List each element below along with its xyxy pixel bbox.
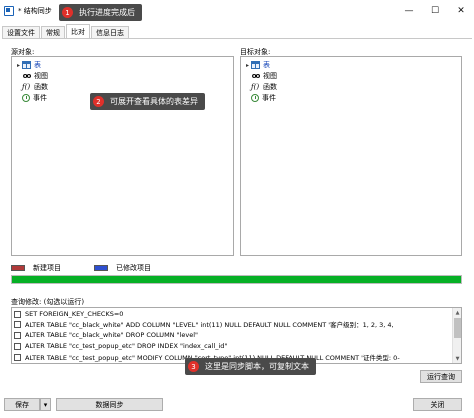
tree-item-label: 事件 <box>262 94 276 102</box>
expand-arrow-icon[interactable]: ▸ <box>244 62 251 69</box>
close-window-button[interactable]: ✕ <box>448 0 474 22</box>
tab-compare[interactable]: 比对 <box>66 24 90 39</box>
target-tree[interactable]: ▸ 表 oo 视图 ƒ() 函数 事件 <box>240 56 462 256</box>
sql-row-checkbox[interactable] <box>14 353 21 361</box>
sql-row-checkbox[interactable] <box>14 310 21 318</box>
sql-row[interactable]: ALTER TABLE "cc_black_white" ADD COLUMN … <box>14 319 394 329</box>
callout-2: 2 可展开查看具体的表差异 <box>90 93 205 110</box>
callout-badge: 3 <box>188 361 199 372</box>
tree-item-label: 表 <box>34 61 41 69</box>
sql-script-list[interactable]: SET FOREIGN_KEY_CHECKS=0 ALTER TABLE "cc… <box>11 307 462 364</box>
tree-item-label: 函数 <box>263 83 277 91</box>
legend-modified: 已修改项目 <box>94 263 151 273</box>
callout-text: 这里是同步脚本，可复制文本 <box>205 362 309 371</box>
modified-item-swatch <box>94 265 108 271</box>
target-tree-item-tables[interactable]: ▸ 表 <box>244 60 270 70</box>
window-title: * 结构同步 <box>18 7 52 15</box>
sql-row[interactable]: ALTER TABLE "cc_test_popup_etc" DROP IND… <box>14 341 227 351</box>
scroll-thumb[interactable] <box>454 318 461 338</box>
function-icon: ƒ() <box>22 83 31 91</box>
save-button[interactable]: 保存 <box>4 398 40 411</box>
source-tree[interactable]: ▸ 表 oo 视图 ƒ() 函数 事件 <box>11 56 234 256</box>
sql-row-text[interactable]: ALTER TABLE "cc_black_white" DROP COLUMN… <box>25 331 198 339</box>
run-query-button[interactable]: 运行查询 <box>420 370 462 383</box>
sql-row-text[interactable]: ALTER TABLE "cc_test_popup_etc" DROP IND… <box>25 342 227 350</box>
legend-modified-label: 已修改项目 <box>116 264 151 272</box>
tab-bar: 设置文件 常规 比对 信息日志 <box>2 24 130 39</box>
sql-row-checkbox[interactable] <box>14 320 21 328</box>
tree-item-label: 事件 <box>33 94 47 102</box>
table-icon <box>251 61 260 69</box>
source-tree-item-tables[interactable]: ▸ 表 <box>15 60 41 70</box>
function-icon: ƒ() <box>251 83 260 91</box>
progress-fill <box>12 276 461 283</box>
callout-badge: 1 <box>62 7 73 18</box>
data-sync-button[interactable]: 数据同步 <box>56 398 163 411</box>
sync-progress-bar <box>11 275 462 284</box>
callout-text: 可展开查看具体的表差异 <box>110 97 198 106</box>
source-tree-item-functions[interactable]: ƒ() 函数 <box>15 82 48 92</box>
callout-3: 3 这里是同步脚本，可复制文本 <box>185 358 316 375</box>
tree-item-label: 视图 <box>34 72 48 80</box>
window-controls: — ☐ ✕ <box>396 0 474 22</box>
callout-badge: 2 <box>93 96 104 107</box>
table-icon <box>22 61 31 69</box>
minimize-button[interactable]: — <box>396 0 422 22</box>
expand-arrow-icon[interactable]: ▸ <box>15 62 22 69</box>
target-tree-item-functions[interactable]: ƒ() 函数 <box>244 82 277 92</box>
event-clock-icon <box>22 94 30 102</box>
tree-item-label: 函数 <box>34 83 48 91</box>
source-tree-item-views[interactable]: oo 视图 <box>15 71 48 81</box>
tree-item-label: 表 <box>263 61 270 69</box>
sql-row[interactable]: SET FOREIGN_KEY_CHECKS=0 <box>14 309 123 319</box>
sql-row-text[interactable]: SET FOREIGN_KEY_CHECKS=0 <box>25 310 123 318</box>
sql-row-checkbox[interactable] <box>14 342 21 350</box>
tab-panel-divider <box>2 38 472 39</box>
tree-item-label: 视图 <box>263 72 277 80</box>
query-modify-label: 查询修改: (勾选以运行) <box>11 298 85 306</box>
save-dropdown-icon[interactable]: ▾ <box>40 398 51 411</box>
sql-vertical-scrollbar[interactable]: ▲ ▼ <box>452 308 461 363</box>
event-clock-icon <box>251 94 259 102</box>
sql-row[interactable]: ALTER TABLE "cc_black_white" DROP COLUMN… <box>14 330 198 340</box>
view-glasses-icon: oo <box>22 72 32 80</box>
legend-new-label: 新建项目 <box>33 264 61 272</box>
callout-1: 1 执行进度完成后 <box>59 4 142 21</box>
view-glasses-icon: oo <box>251 72 261 80</box>
callout-text: 执行进度完成后 <box>79 8 135 17</box>
new-item-swatch <box>11 265 25 271</box>
sql-row-text[interactable]: ALTER TABLE "cc_black_white" ADD COLUMN … <box>25 319 394 329</box>
target-tree-item-views[interactable]: oo 视图 <box>244 71 277 81</box>
scroll-down-icon[interactable]: ▼ <box>453 354 461 363</box>
sql-row-checkbox[interactable] <box>14 331 21 339</box>
legend-new: 新建项目 <box>11 263 61 273</box>
scroll-up-icon[interactable]: ▲ <box>453 308 461 317</box>
target-tree-item-events[interactable]: 事件 <box>244 93 276 103</box>
source-tree-item-events[interactable]: 事件 <box>15 93 47 103</box>
close-button[interactable]: 关闭 <box>413 398 462 411</box>
app-sync-icon <box>4 6 14 16</box>
maximize-button[interactable]: ☐ <box>422 0 448 22</box>
